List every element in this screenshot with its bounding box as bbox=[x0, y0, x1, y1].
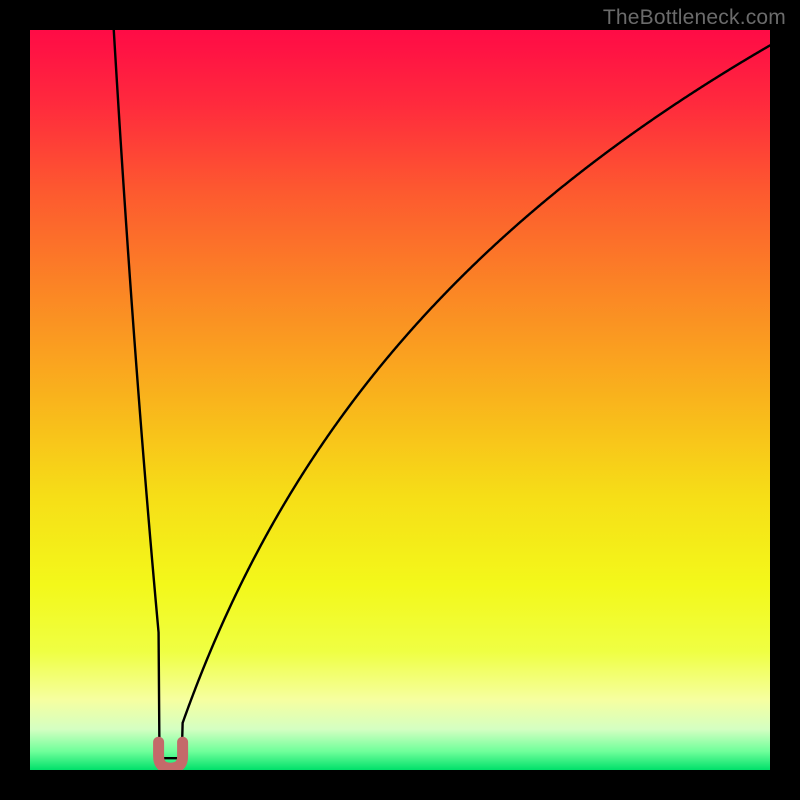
chart-svg bbox=[30, 30, 770, 770]
plot-area bbox=[30, 30, 770, 770]
attribution-text: TheBottleneck.com bbox=[603, 6, 786, 30]
gradient-background bbox=[30, 30, 770, 770]
chart-frame: TheBottleneck.com bbox=[0, 0, 800, 800]
